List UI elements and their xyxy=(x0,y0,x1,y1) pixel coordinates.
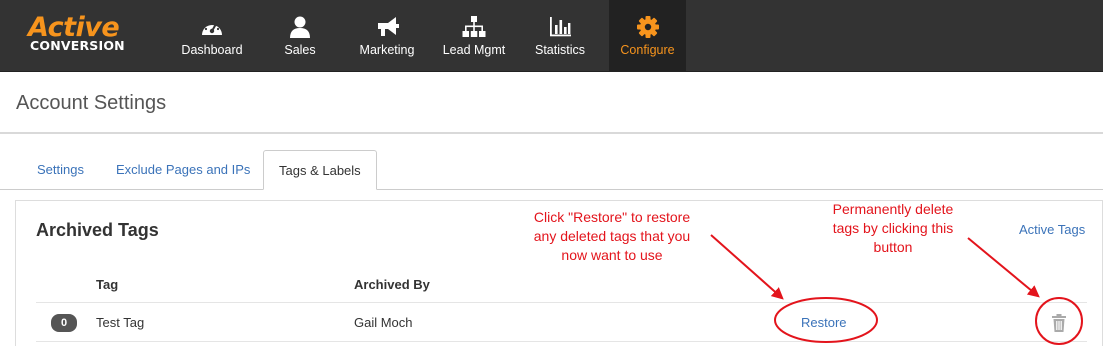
nav-statistics-label: Statistics xyxy=(534,43,585,57)
top-nav-bar: Active CONVERSION Dashboard Sales Market… xyxy=(0,0,1103,72)
restore-annotation-line1: Click "Restore" to restore xyxy=(533,209,691,225)
nav-marketing[interactable]: Marketing xyxy=(352,0,422,72)
restore-annotation-line2: any deleted tags that you xyxy=(533,228,691,244)
nav-marketing-label: Marketing xyxy=(359,43,415,57)
page-title: Account Settings xyxy=(16,92,167,114)
trash-icon[interactable] xyxy=(1049,313,1069,333)
brand-logo[interactable]: Active CONVERSION xyxy=(28,14,138,58)
delete-annotation-line1: Permanently delete xyxy=(832,201,954,217)
nav-sales-label: Sales xyxy=(284,43,316,57)
nav-lead-mgmt[interactable]: Lead Mgmt xyxy=(438,0,510,72)
nav-configure[interactable]: Configure xyxy=(609,0,686,72)
title-divider xyxy=(0,132,1103,134)
delete-annotation: Permanently delete tags by clicking this… xyxy=(815,200,971,257)
dashboard-gauge-icon xyxy=(202,21,222,35)
nav-configure-label: Configure xyxy=(620,43,675,57)
column-header-tag: Tag xyxy=(96,277,119,292)
nav-statistics[interactable]: Statistics xyxy=(528,0,592,72)
nav-dashboard-label: Dashboard xyxy=(181,43,243,57)
row-divider xyxy=(36,341,1087,342)
tab-settings[interactable]: Settings xyxy=(37,150,84,190)
restore-annotation-line3: now want to use xyxy=(561,247,663,263)
restore-annotation: Click "Restore" to restore any deleted t… xyxy=(522,208,702,265)
settings-tabs: Settings Exclude Pages and IPs Tags & La… xyxy=(0,150,1103,190)
active-tags-link[interactable]: Active Tags xyxy=(1019,222,1085,237)
column-header-archived-by: Archived By xyxy=(354,277,430,292)
nav-lead-mgmt-label: Lead Mgmt xyxy=(442,43,506,57)
tag-count-badge: 0 xyxy=(51,314,77,332)
tab-tags-labels[interactable]: Tags & Labels xyxy=(263,150,377,190)
panel-title: Archived Tags xyxy=(36,220,159,240)
brand-logo-line2: CONVERSION xyxy=(30,38,125,53)
nav-sales[interactable]: Sales xyxy=(270,0,330,72)
tag-name: Test Tag xyxy=(96,315,145,330)
archived-by-name: Gail Moch xyxy=(354,315,413,330)
user-icon xyxy=(290,16,310,38)
restore-button[interactable]: Restore xyxy=(801,315,847,330)
megaphone-icon xyxy=(378,17,399,36)
nav-dashboard[interactable]: Dashboard xyxy=(170,0,254,72)
sitemap-icon xyxy=(462,16,486,37)
delete-annotation-line2: tags by clicking this xyxy=(832,220,954,236)
tab-exclude-pages-ips[interactable]: Exclude Pages and IPs xyxy=(116,150,250,190)
bar-chart-icon xyxy=(550,17,571,37)
delete-annotation-line3: button xyxy=(873,239,913,255)
header-divider xyxy=(36,302,1087,303)
gear-icon xyxy=(636,16,659,38)
